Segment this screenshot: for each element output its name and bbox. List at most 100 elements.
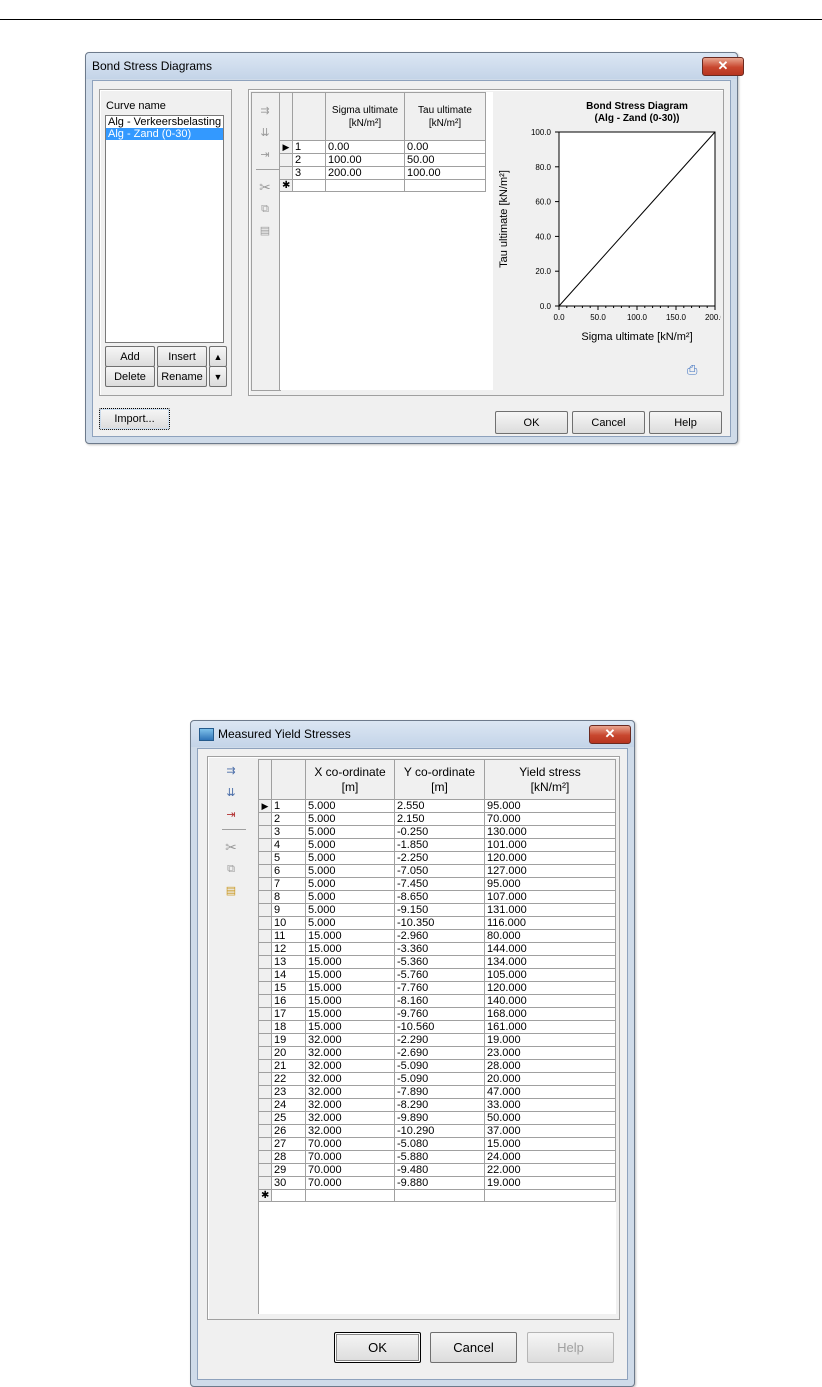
row-selector[interactable] — [258, 1111, 272, 1125]
table-cell[interactable]: 5.000 — [305, 812, 395, 826]
table-cell[interactable]: 15.000 — [305, 981, 395, 995]
row-selector[interactable] — [258, 1072, 272, 1086]
table-cell[interactable]: 100.00 — [325, 153, 405, 167]
table-row[interactable]: 23 32.000 -7.890 47.000 — [258, 1085, 616, 1099]
table-cell[interactable]: 5.000 — [305, 903, 395, 917]
ok-button[interactable]: OK — [495, 411, 568, 434]
table-cell[interactable]: 22.000 — [484, 1163, 616, 1177]
table-cell[interactable]: 33.000 — [484, 1098, 616, 1112]
row-selector[interactable] — [258, 968, 272, 982]
table-cell[interactable]: 5.000 — [305, 838, 395, 852]
table-cell[interactable]: -10.350 — [394, 916, 485, 930]
column-header[interactable]: Sigma ultimate [kN/m²] — [325, 92, 405, 141]
table-cell[interactable]: 5.000 — [305, 877, 395, 891]
new-row[interactable]: ✱ — [279, 179, 486, 192]
table-row[interactable]: 8 5.000 -8.650 107.000 — [258, 890, 616, 904]
row-selector[interactable] — [258, 955, 272, 969]
table-cell[interactable]: -8.290 — [394, 1098, 485, 1112]
table-cell[interactable]: 5.000 — [305, 916, 395, 930]
row-selector[interactable] — [258, 1150, 272, 1164]
help-button[interactable]: Help — [649, 411, 722, 434]
table-cell[interactable]: 2.150 — [394, 812, 485, 826]
table-cell[interactable]: 15.000 — [305, 1007, 395, 1021]
table-row[interactable]: 11 15.000 -2.960 80.000 — [258, 929, 616, 943]
table-cell[interactable]: -9.760 — [394, 1007, 485, 1021]
column-header[interactable]: Tau ultimate [kN/m²] — [404, 92, 486, 141]
table-cell[interactable]: -5.090 — [394, 1059, 485, 1073]
row-selector[interactable] — [258, 1085, 272, 1099]
row-selector[interactable] — [258, 838, 272, 852]
table-cell[interactable]: 5.000 — [305, 890, 395, 904]
table-row[interactable]: 17 15.000 -9.760 168.000 — [258, 1007, 616, 1021]
table-row[interactable]: 13 15.000 -5.360 134.000 — [258, 955, 616, 969]
add-row-icon[interactable]: ⇉ — [254, 103, 276, 119]
table-cell[interactable]: 15.000 — [305, 942, 395, 956]
table-cell[interactable]: -2.690 — [394, 1046, 485, 1060]
row-selector[interactable] — [258, 942, 272, 956]
add-button[interactable]: Add — [105, 346, 155, 367]
table-row[interactable]: 3 5.000 -0.250 130.000 — [258, 825, 616, 839]
table-row[interactable]: 4 5.000 -1.850 101.000 — [258, 838, 616, 852]
insert-button[interactable]: Insert — [157, 346, 207, 367]
table-cell[interactable]: -2.250 — [394, 851, 485, 865]
delete-row-icon[interactable]: ⇥ — [220, 807, 242, 823]
curve-list-item[interactable]: Alg - Verkeersbelasting — [106, 116, 223, 128]
table-cell[interactable]: 15.000 — [305, 929, 395, 943]
table-cell[interactable]: 200.00 — [325, 166, 405, 180]
table-cell[interactable]: 47.000 — [484, 1085, 616, 1099]
copy-icon[interactable]: ⧉ — [254, 201, 276, 217]
row-selector[interactable] — [258, 1020, 272, 1034]
table-cell[interactable]: 23.000 — [484, 1046, 616, 1060]
cut-icon[interactable]: ✂ — [220, 839, 242, 855]
table-row[interactable]: 16 15.000 -8.160 140.000 — [258, 994, 616, 1008]
table-row[interactable]: 9 5.000 -9.150 131.000 — [258, 903, 616, 917]
row-selector[interactable] — [258, 1046, 272, 1060]
table-row[interactable]: 14 15.000 -5.760 105.000 — [258, 968, 616, 982]
row-selector[interactable] — [258, 890, 272, 904]
row-selector[interactable] — [258, 981, 272, 995]
table-cell[interactable]: -3.360 — [394, 942, 485, 956]
row-selector[interactable] — [258, 1059, 272, 1073]
row-selector[interactable] — [279, 153, 293, 167]
table-cell[interactable]: 32.000 — [305, 1111, 395, 1125]
table-row[interactable]: 25 32.000 -9.890 50.000 — [258, 1111, 616, 1125]
table-cell[interactable]: 5.000 — [305, 825, 395, 839]
table-cell[interactable]: 107.000 — [484, 890, 616, 904]
table-cell[interactable]: 168.000 — [484, 1007, 616, 1021]
table-cell[interactable]: 2.550 — [394, 799, 485, 813]
row-selector[interactable] — [279, 166, 293, 180]
ok-button[interactable]: OK — [334, 1332, 421, 1363]
table-cell[interactable]: 120.000 — [484, 981, 616, 995]
table-cell[interactable]: -5.760 — [394, 968, 485, 982]
table-cell[interactable]: 32.000 — [305, 1124, 395, 1138]
table-cell[interactable]: 50.00 — [404, 153, 486, 167]
table-cell[interactable]: -9.480 — [394, 1163, 485, 1177]
table-cell[interactable]: 105.000 — [484, 968, 616, 982]
row-selector[interactable] — [258, 1007, 272, 1021]
close-icon[interactable]: ✕ — [702, 57, 744, 76]
table-cell[interactable]: 95.000 — [484, 799, 616, 813]
import-button[interactable]: Import... — [99, 408, 170, 430]
table-cell[interactable]: -9.880 — [394, 1176, 485, 1190]
table-cell[interactable]: 127.000 — [484, 864, 616, 878]
row-selector[interactable] — [258, 1163, 272, 1177]
table-cell[interactable]: 95.000 — [484, 877, 616, 891]
cut-icon[interactable]: ✂ — [254, 179, 276, 195]
table-cell[interactable]: 101.000 — [484, 838, 616, 852]
column-header[interactable]: Yield stress [kN/m²] — [484, 759, 616, 800]
curve-list-item-selected[interactable]: Alg - Zand (0-30) — [106, 128, 223, 140]
rename-button[interactable]: Rename — [157, 366, 207, 387]
table-row[interactable]: 2 5.000 2.150 70.000 — [258, 812, 616, 826]
row-selector[interactable] — [258, 929, 272, 943]
cancel-button[interactable]: Cancel — [572, 411, 645, 434]
table-cell[interactable]: 80.000 — [484, 929, 616, 943]
table-cell[interactable]: 15.000 — [305, 968, 395, 982]
table-row[interactable]: 12 15.000 -3.360 144.000 — [258, 942, 616, 956]
table-row[interactable]: ▶ 1 5.000 2.550 95.000 — [258, 799, 616, 813]
move-down-button[interactable]: ▼ — [209, 366, 227, 387]
table-cell[interactable]: -8.650 — [394, 890, 485, 904]
table-cell[interactable]: 32.000 — [305, 1085, 395, 1099]
table-cell[interactable]: 70.000 — [305, 1163, 395, 1177]
table-cell[interactable]: 5.000 — [305, 799, 395, 813]
table-cell[interactable]: 131.000 — [484, 903, 616, 917]
